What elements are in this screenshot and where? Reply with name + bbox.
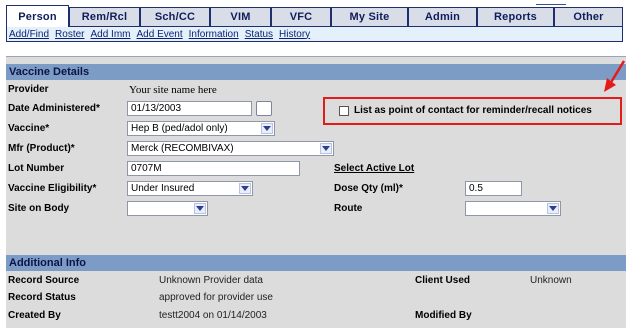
top-link-underline bbox=[536, 0, 566, 5]
tab-person[interactable]: Person bbox=[6, 5, 69, 27]
mfr-product-label: Mfr (Product)* bbox=[8, 143, 75, 154]
select-active-lot-link[interactable]: Select Active Lot bbox=[334, 163, 414, 174]
vaccine-select[interactable]: Hep B (ped/adol only) bbox=[127, 121, 275, 136]
vaccine-label: Vaccine* bbox=[8, 123, 50, 134]
chevron-down-icon[interactable] bbox=[547, 203, 559, 214]
site-on-body-label: Site on Body bbox=[8, 203, 70, 214]
date-administered-label: Date Administered* bbox=[8, 103, 100, 114]
tab-rem-rcl[interactable]: Rem/Rcl bbox=[69, 7, 140, 26]
record-source-value: Unknown Provider data bbox=[159, 275, 263, 286]
chevron-down-icon[interactable] bbox=[239, 183, 251, 194]
vaccine-eligibility-select[interactable]: Under Insured bbox=[127, 181, 253, 196]
calendar-button[interactable] bbox=[256, 101, 272, 116]
client-used-value: Unknown bbox=[530, 275, 572, 286]
provider-value: Your site name here bbox=[129, 84, 217, 96]
subnav-roster[interactable]: Roster bbox=[55, 29, 84, 40]
provider-label: Provider bbox=[8, 84, 49, 95]
additional-info-header: Additional Info bbox=[6, 255, 626, 271]
tab-sch-cc[interactable]: Sch/CC bbox=[140, 7, 210, 26]
created-by-label: Created By bbox=[8, 310, 61, 321]
lot-number-input[interactable]: 0707M bbox=[127, 161, 300, 176]
annotation-arrow-icon bbox=[604, 60, 626, 92]
vaccine-select-value: Hep B (ped/adol only) bbox=[131, 123, 228, 134]
mfr-product-select[interactable]: Merck (RECOMBIVAX) bbox=[127, 141, 334, 156]
modified-by-label: Modified By bbox=[415, 310, 472, 321]
route-label: Route bbox=[334, 203, 363, 214]
tab-vfc[interactable]: VFC bbox=[271, 7, 331, 26]
dose-qty-label: Dose Qty (ml)* bbox=[334, 183, 403, 194]
tab-vim[interactable]: VIM bbox=[210, 7, 271, 26]
client-used-label: Client Used bbox=[415, 275, 471, 286]
subnav-add-imm[interactable]: Add Imm bbox=[90, 29, 130, 40]
tab-admin[interactable]: Admin bbox=[408, 7, 477, 26]
subnav-status[interactable]: Status bbox=[245, 29, 273, 40]
route-select[interactable] bbox=[465, 201, 561, 216]
point-of-contact-callout: List as point of contact for reminder/re… bbox=[323, 97, 622, 125]
record-source-label: Record Source bbox=[8, 275, 80, 286]
created-by-value: testt2004 on 01/14/2003 bbox=[159, 310, 267, 321]
vaccine-eligibility-label: Vaccine Eligibility* bbox=[8, 183, 97, 194]
subnav-add-event[interactable]: Add Event bbox=[137, 29, 183, 40]
tab-my-site[interactable]: My Site bbox=[331, 7, 408, 26]
date-administered-input[interactable]: 01/13/2003 bbox=[127, 101, 252, 116]
site-on-body-select[interactable] bbox=[127, 201, 208, 216]
chevron-down-icon[interactable] bbox=[320, 143, 332, 154]
point-of-contact-label: List as point of contact for reminder/re… bbox=[354, 105, 592, 116]
record-status-label: Record Status bbox=[8, 292, 76, 303]
subnav-information[interactable]: Information bbox=[189, 29, 239, 40]
subnav-history[interactable]: History bbox=[279, 29, 310, 40]
vaccine-details-header: Vaccine Details bbox=[6, 64, 626, 80]
chevron-down-icon[interactable] bbox=[261, 123, 273, 134]
record-status-value: approved for provider use bbox=[159, 292, 273, 303]
tab-other[interactable]: Other bbox=[554, 7, 623, 26]
lot-number-label: Lot Number bbox=[8, 163, 65, 174]
chevron-down-icon[interactable] bbox=[194, 203, 206, 214]
dose-qty-input[interactable]: 0.5 bbox=[465, 181, 522, 196]
point-of-contact-checkbox[interactable] bbox=[339, 106, 349, 116]
vaccine-eligibility-select-value: Under Insured bbox=[131, 183, 195, 194]
tab-reports[interactable]: Reports bbox=[477, 7, 554, 26]
tab-strip: Person Rem/Rcl Sch/CC VIM VFC My Site Ad… bbox=[0, 0, 626, 27]
subnav-add-find[interactable]: Add/Find bbox=[9, 29, 49, 40]
sub-navigation: Add/Find Roster Add Imm Add Event Inform… bbox=[6, 26, 623, 42]
mfr-product-select-value: Merck (RECOMBIVAX) bbox=[131, 143, 234, 154]
